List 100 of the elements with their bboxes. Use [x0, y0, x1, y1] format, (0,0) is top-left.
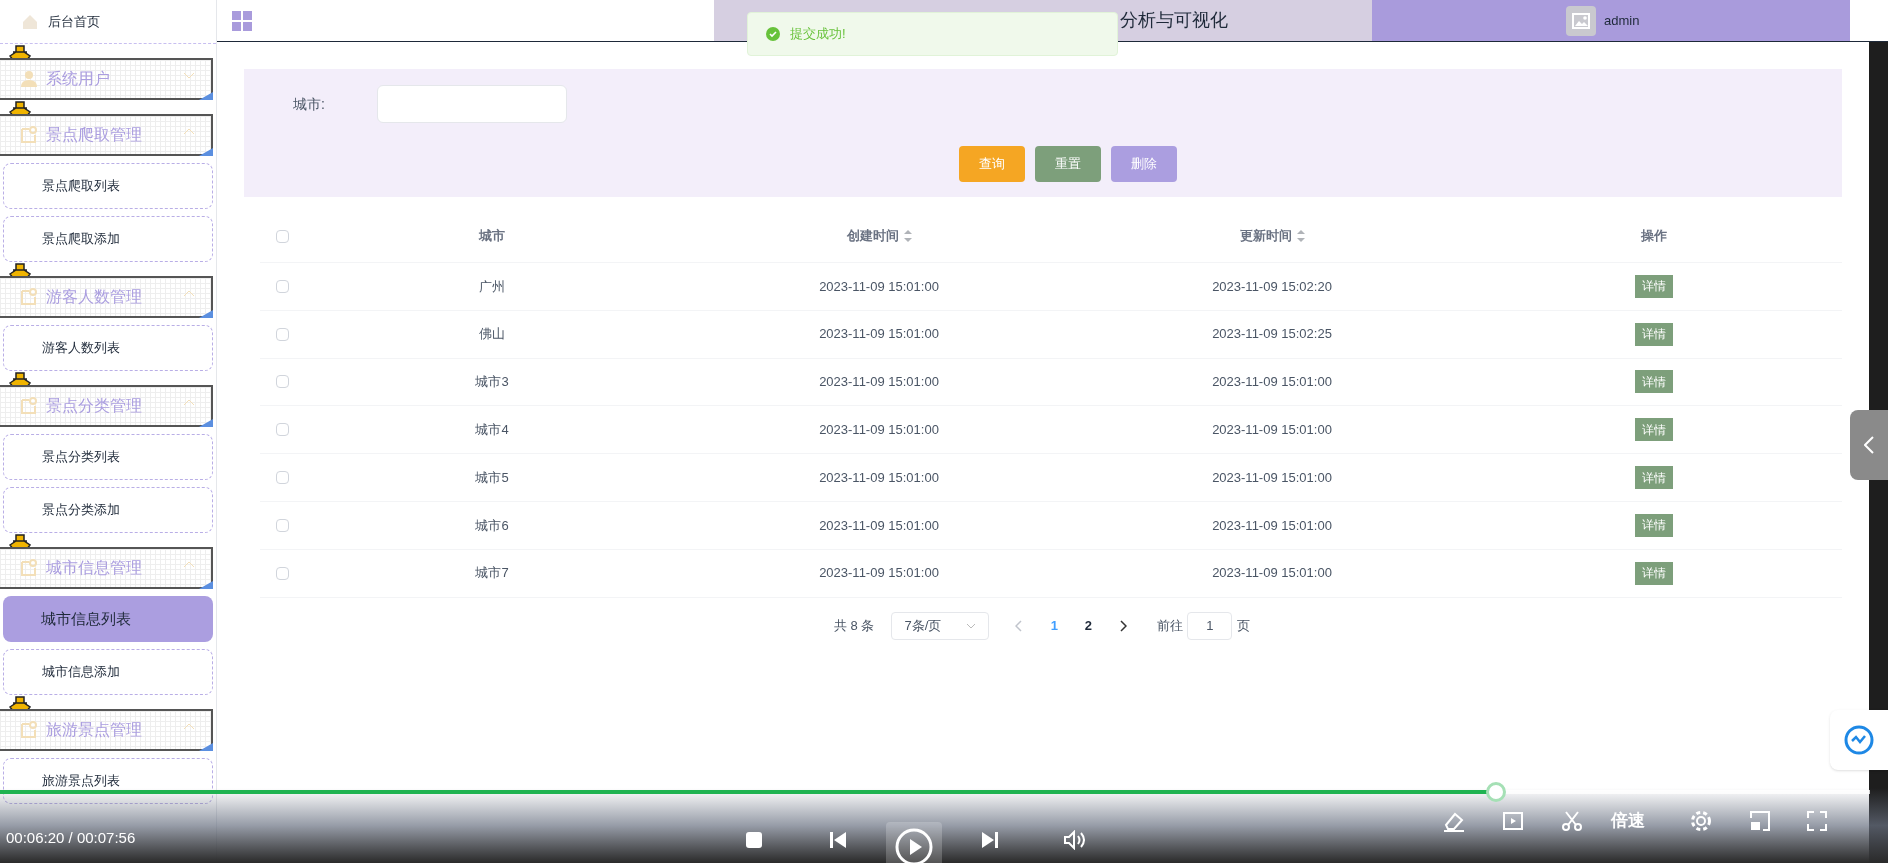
goto-label: 前往: [1157, 616, 1184, 635]
sort-icon: [1296, 230, 1305, 242]
detail-button[interactable]: 详情: [1635, 513, 1673, 537]
fullscreen-icon[interactable]: [1806, 809, 1828, 832]
checkbox[interactable]: [276, 327, 289, 341]
submenu-item[interactable]: 景点分类添加: [3, 487, 213, 533]
submenu-item[interactable]: 景点爬取添加: [3, 216, 213, 262]
document-icon: [20, 721, 38, 739]
table-cell-text: 2023-11-09 15:02:20: [1212, 277, 1332, 296]
table-cell-text: 2023-11-09 15:02:25: [1212, 325, 1332, 344]
menu-icon[interactable]: [232, 10, 252, 31]
menu-group-header[interactable]: 系统用户: [0, 58, 213, 100]
checkbox[interactable]: [276, 229, 289, 243]
menu-group-header[interactable]: 景点爬取管理: [0, 114, 213, 156]
table-cell-text: 2023-11-09 15:01:00: [819, 373, 939, 392]
action-button[interactable]: 查询: [959, 146, 1025, 182]
document-icon: [20, 288, 38, 306]
submenu-item[interactable]: 城市信息添加: [3, 649, 213, 695]
menu-group-header[interactable]: 旅游景点管理: [0, 709, 213, 751]
submenu-item[interactable]: 景点爬取列表: [3, 163, 213, 209]
document-icon: [20, 397, 38, 415]
table-cell-text: 2023-11-09 15:01:00: [1212, 421, 1332, 440]
total-count: 共 8 条: [834, 616, 875, 635]
checkbox[interactable]: [276, 566, 289, 580]
checkbox[interactable]: [276, 423, 289, 437]
settings-icon[interactable]: [1690, 809, 1712, 832]
next-icon[interactable]: [980, 830, 1000, 850]
caret-icon: [966, 622, 977, 629]
action-button[interactable]: 删除: [1111, 146, 1177, 182]
previous-page-icon[interactable]: [1015, 619, 1024, 632]
page-size-select[interactable]: 7条/页: [891, 611, 990, 640]
user-icon: [20, 70, 38, 88]
submenu-item[interactable]: 游客人数列表: [3, 325, 213, 371]
chevron-left-icon: [1864, 436, 1874, 454]
action-button[interactable]: 重置: [1035, 146, 1101, 182]
table-cell-text: 城市7: [475, 564, 509, 583]
table-cell-text: 佛山: [479, 325, 505, 344]
detail-button[interactable]: 详情: [1635, 561, 1673, 585]
speed-button[interactable]: 倍速: [1611, 808, 1645, 834]
menu-group-header[interactable]: 游客人数管理: [0, 276, 213, 318]
detail-button[interactable]: 详情: [1635, 418, 1673, 442]
sort-icon: [903, 230, 912, 242]
play-button[interactable]: [886, 822, 942, 863]
document-icon: [20, 559, 38, 577]
username[interactable]: admin: [1604, 10, 1640, 31]
checkbox[interactable]: [276, 375, 289, 389]
table-cell-text: 城市6: [475, 516, 509, 535]
home-menu-item[interactable]: 后台首页: [0, 0, 216, 44]
checkbox[interactable]: [276, 279, 289, 293]
picture-in-picture-icon[interactable]: [1502, 809, 1524, 832]
checkbox[interactable]: [276, 471, 289, 485]
submenu-item[interactable]: 景点分类列表: [3, 434, 213, 480]
play-icon: [895, 828, 933, 863]
table-cell-text: 2023-11-09 15:01:00: [819, 468, 939, 487]
column-header[interactable]: 更新时间: [1239, 226, 1305, 246]
table-cell-text: 2023-11-09 15:01:00: [1212, 516, 1332, 535]
menu-group-header[interactable]: 城市信息管理: [0, 547, 213, 589]
success-icon: [766, 27, 780, 41]
volume-icon[interactable]: [1064, 830, 1086, 850]
page-number[interactable]: 2: [1071, 615, 1106, 636]
city-input-field[interactable]: [377, 85, 567, 123]
table-cell-text: 2023-11-09 15:01:00: [819, 564, 939, 583]
folded-corner-icon: [199, 743, 213, 751]
page-title: 分析与可视化: [1120, 9, 1228, 32]
stop-icon[interactable]: [744, 830, 764, 850]
side-panel-tab[interactable]: [1850, 410, 1888, 480]
table-cell-text: 2023-11-09 15:01:00: [1212, 373, 1332, 392]
table-cell-text: 城市3: [475, 373, 509, 392]
progress-handle[interactable]: [1486, 782, 1506, 802]
progress-track[interactable]: [0, 790, 1870, 794]
assistant-button[interactable]: [1830, 710, 1888, 770]
window-mode-icon[interactable]: [1749, 809, 1771, 832]
folded-corner-icon: [199, 419, 213, 427]
previous-icon[interactable]: [828, 830, 848, 850]
table-cell-text: 2023-11-09 15:01:00: [819, 277, 939, 296]
column-header[interactable]: 城市: [479, 226, 505, 246]
table-cell-text: 城市5: [475, 468, 509, 487]
checkbox[interactable]: [276, 518, 289, 532]
table-cell-text: 2023-11-09 15:01:00: [819, 421, 939, 440]
page-number[interactable]: 1: [1037, 615, 1072, 636]
detail-button[interactable]: 详情: [1635, 322, 1673, 346]
next-page-icon[interactable]: [1119, 619, 1128, 632]
field-label: 城市:: [293, 94, 326, 114]
table-cell-text: 城市4: [475, 421, 509, 440]
detail-button[interactable]: 详情: [1635, 466, 1673, 490]
toast: 提交成功!: [747, 12, 1118, 56]
column-header[interactable]: 操作: [1641, 226, 1667, 246]
detail-button[interactable]: 详情: [1635, 274, 1673, 298]
scissors-icon[interactable]: [1561, 809, 1583, 832]
avatar-icon[interactable]: [1566, 5, 1596, 36]
folded-corner-icon: [199, 92, 213, 100]
table-cell-text: 2023-11-09 15:01:00: [819, 325, 939, 344]
folded-corner-icon: [199, 310, 213, 318]
home-icon: [22, 13, 38, 30]
submenu-item[interactable]: 城市信息列表: [3, 596, 213, 642]
detail-button[interactable]: 详情: [1635, 370, 1673, 394]
menu-group-header[interactable]: 景点分类管理: [0, 385, 213, 427]
page-input-field[interactable]: 1: [1187, 611, 1233, 640]
column-header[interactable]: 创建时间: [846, 226, 912, 246]
playback-time: 00:06:20 / 00:07:56: [6, 828, 136, 848]
